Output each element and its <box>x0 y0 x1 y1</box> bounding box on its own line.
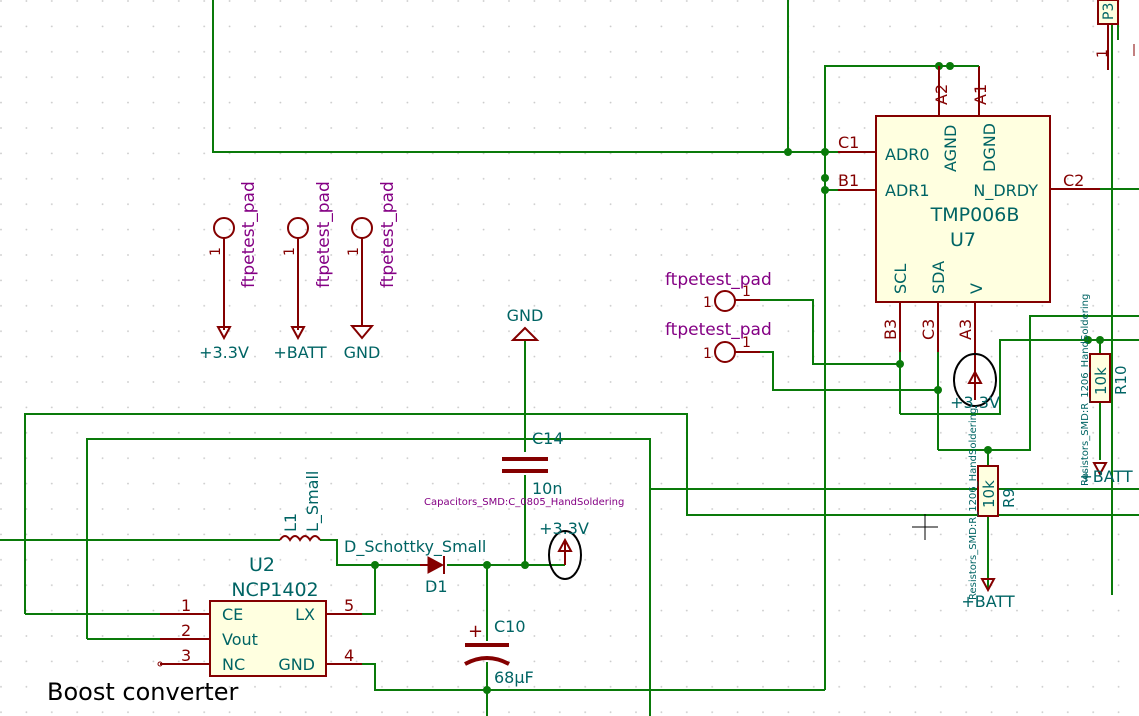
power-label-33v-boost: +3.3V <box>539 519 589 538</box>
test-pad-pin: 1 <box>282 247 298 256</box>
u7-pin-b1: B1 <box>838 171 859 190</box>
u7-pin-c2: C2 <box>1063 171 1084 190</box>
test-pad-label: ftpetest_pad <box>378 181 398 288</box>
u2-pin2-num: 2 <box>181 621 191 640</box>
u2-pin1-num: 1 <box>181 596 191 615</box>
u7-sig-ndrdy: N_DRDY <box>973 181 1038 201</box>
u7-sig-adr0: ADR0 <box>885 145 930 164</box>
u2-ref: U2 <box>249 554 275 576</box>
u2-pin-vout: Vout <box>222 630 258 649</box>
u2-pin5-num: 5 <box>344 596 354 615</box>
test-pad-label: ftpetest_pad <box>665 320 772 340</box>
test-pad-pin: 1 <box>703 346 712 362</box>
u7-pin-b3: B3 <box>881 319 900 340</box>
power-label-gnd: GND <box>344 343 381 362</box>
power-label-batt: +BATT <box>273 343 327 362</box>
u7-sig-sda: SDA <box>929 261 948 294</box>
c10-polarity: + <box>468 621 483 642</box>
u7-pin-c3: C3 <box>919 319 938 340</box>
schematic-canvas[interactable]: C1 B1 C2 A2 A1 B3 C3 A3 ADR0 ADR1 N_DRDY… <box>0 0 1139 716</box>
test-pad-pin: 1 <box>346 247 362 256</box>
u2-pin-gnd: GND <box>278 655 315 674</box>
u7-pin-a2: A2 <box>932 84 951 105</box>
d1-value: D_Schottky_Small <box>344 537 486 557</box>
u2-pin-ce: CE <box>222 605 243 624</box>
test-pad-pin: 1 <box>703 295 712 311</box>
u7-value: TMP006B <box>930 204 1020 226</box>
c10-ref: C10 <box>494 617 526 636</box>
p3-pin: 1 <box>1095 49 1111 58</box>
u7-sig-scl: SCL <box>891 264 910 294</box>
r9-footprint: Resistors_SMD:R_1206_HandSoldering <box>968 408 979 600</box>
u2-value: NCP1402 <box>231 579 318 601</box>
l1-ref: L1 <box>281 513 300 532</box>
c14-ref: C14 <box>532 429 564 448</box>
test-pad-label: ftpetest_pad <box>665 270 772 290</box>
u7-ref: U7 <box>950 229 976 251</box>
r9-value: 10k <box>980 480 998 508</box>
u7-pin-a3: A3 <box>956 319 975 340</box>
power-label-batt-r10: +BATT <box>1079 467 1133 486</box>
u7-sig-agnd: AGND <box>941 125 960 172</box>
u7-pin-c1: C1 <box>838 133 859 152</box>
u2-pin-lx: LX <box>295 605 315 624</box>
u2-pin4-num: 4 <box>344 646 354 665</box>
sheet-caption: Boost converter <box>47 678 238 706</box>
c14-value: 10n <box>532 479 563 498</box>
test-pad-pin: 1 <box>208 247 224 256</box>
u7-pin-a1: A1 <box>971 84 990 105</box>
c14-footprint: Capacitors_SMD:C_0805_HandSoldering <box>424 497 624 508</box>
p3-ref: P3 <box>1101 3 1117 20</box>
l1-value: L_Small <box>303 471 323 532</box>
u7-sig-v: V <box>967 283 986 294</box>
power-label-gnd-c14: GND <box>507 306 544 325</box>
u7-sig-dgnd: DGND <box>980 123 999 172</box>
power-label-33v: +3.3V <box>199 343 249 362</box>
r9-ref: R9 <box>1000 488 1018 508</box>
u2-pin-nc: NC <box>222 655 245 674</box>
c10-value: 68µF <box>494 668 534 687</box>
power-label-batt-r9: +BATT <box>961 592 1015 611</box>
d1-ref: D1 <box>425 577 448 596</box>
test-pad-label: ftpetest_pad <box>314 181 334 288</box>
r10-footprint: Resistors_SMD:R_1206_HandSoldering <box>1080 294 1091 486</box>
r10-ref: R10 <box>1112 365 1130 395</box>
u7-sig-adr1: ADR1 <box>885 181 930 200</box>
u2-pin3-num: 3 <box>181 646 191 665</box>
test-pad-label: ftpetest_pad <box>239 181 259 288</box>
r10-value: 10k <box>1092 367 1110 395</box>
